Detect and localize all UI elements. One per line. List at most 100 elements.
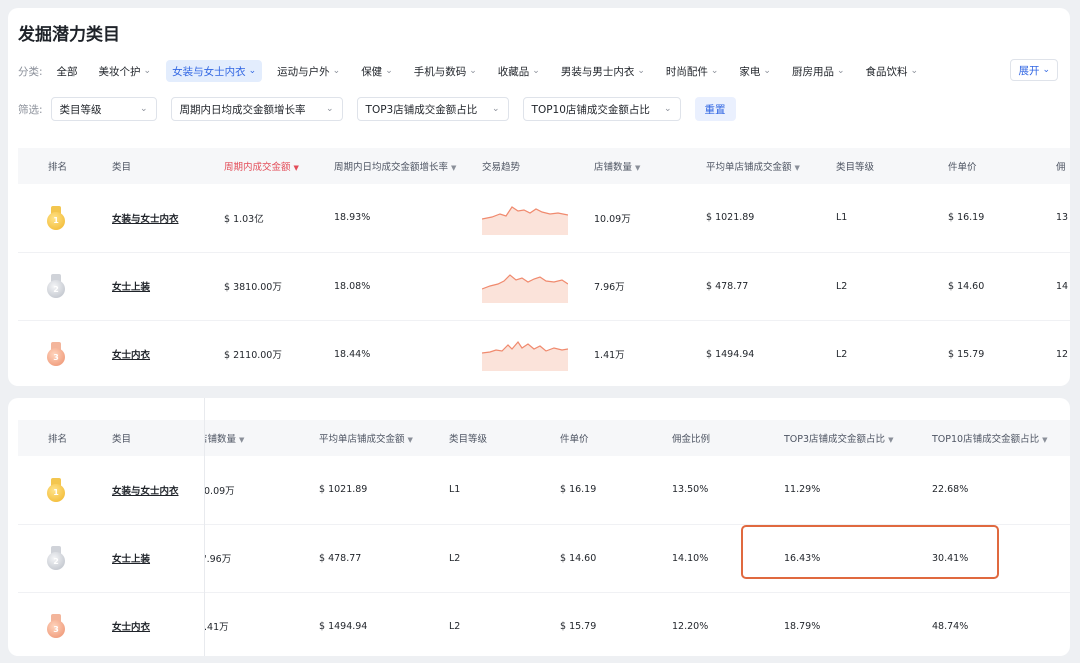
category-tab-label: 女装与女士内衣 — [172, 65, 246, 78]
bronze-medal-icon: 3 — [46, 614, 66, 638]
expand-button[interactable]: 展开 ⌄ — [1010, 59, 1058, 81]
shops-cell: 10.09万 — [586, 184, 698, 253]
avg-shop-gmv-cell: $ 478.77 — [311, 524, 441, 593]
avg-shop-gmv-cell: $ 1021.89 — [698, 184, 828, 253]
avg-shop-gmv-cell: $ 1021.89 — [311, 456, 441, 525]
reset-button[interactable]: 重置 — [694, 97, 736, 121]
header-gmv[interactable]: 周期内成交金额 ▼ — [216, 148, 326, 184]
select-category-level[interactable]: 类目等级 ⌄ — [50, 97, 157, 121]
header-top3-share[interactable]: TOP3店铺成交金额占比 ▼ — [776, 420, 924, 456]
category-tab-label: 时尚配件 — [665, 65, 708, 78]
sort-icon: ▼ — [451, 164, 457, 172]
chevron-down-icon: ⌄ — [140, 104, 148, 114]
category-filter-row: 分类: 全部 美妆个护 ⌄ 女装与女士内衣 ⌄ 运动与户外 ⌄ 保健 ⌄ 手机与数码 ⌄ 收藏品 ⌄ 男装… — [18, 59, 1058, 83]
header-top10-share[interactable]: TOP10店铺成交金额占比 ▼ — [924, 420, 1070, 456]
category-tab[interactable]: 美妆个护 ⌄ — [93, 60, 158, 82]
sort-icon: ▼ — [794, 164, 800, 172]
category-tab[interactable]: 手机与数码 ⌄ — [408, 60, 483, 82]
frozen-column-divider — [204, 398, 205, 656]
category-tab[interactable]: 时尚配件 ⌄ — [660, 60, 725, 82]
category-link[interactable]: 女士内衣 — [104, 320, 216, 386]
top10-share-cell: 48.74% — [924, 592, 1070, 656]
header-rank: 排名 — [18, 148, 104, 184]
top3-share-cell: 16.43% — [776, 524, 924, 593]
sort-icon: ▼ — [239, 436, 245, 444]
category-tab-label: 美妆个护 — [98, 65, 141, 78]
category-tab[interactable]: 家电 ⌄ — [733, 60, 777, 82]
level-cell: L2 — [828, 320, 940, 386]
unit-price-cell: $ 16.19 — [552, 456, 664, 525]
category-tab[interactable]: 厨房用品 ⌄ — [786, 60, 851, 82]
top3-share-cell: 11.29% — [776, 456, 924, 525]
category-tab[interactable]: 男装与男士内衣 ⌄ — [555, 60, 651, 82]
trend-sparkline — [482, 274, 568, 303]
level-cell: L1 — [441, 456, 552, 525]
chevron-down-icon: ⌄ — [664, 104, 672, 114]
top3-share-cell: 18.79% — [776, 592, 924, 656]
chevron-down-icon: ⌄ — [332, 66, 341, 76]
table-row: 3 女士内衣 $ 2110.00万 18.44% 1.41万 $ 1494.94… — [18, 320, 1070, 386]
header-avg-shop-gmv[interactable]: 平均单店铺成交金额 ▼ — [311, 420, 441, 456]
top10-share-cell: 22.68% — [924, 456, 1070, 525]
category-ranking-table: 排名 类目 周期内成交金额 ▼ 周期内日均成交金额增长率 ▼ 交易趋势 店铺数量 ▼ … — [18, 148, 1070, 386]
growth-cell: 18.08% — [326, 252, 474, 321]
header-commission-cut: 佣 — [1048, 148, 1070, 184]
header-avg-shop-gmv[interactable]: 平均单店铺成交金额 ▼ — [698, 148, 828, 184]
avg-shop-gmv-cell: $ 478.77 — [698, 252, 828, 321]
header-shops[interactable]: 店铺数量▼ — [204, 420, 311, 456]
header-growth[interactable]: 周期内日均成交金额增长率 ▼ — [326, 148, 474, 184]
category-tab-label: 厨房用品 — [791, 65, 834, 78]
header-level: 类目等级 — [441, 420, 552, 456]
category-tab[interactable]: 全部 — [51, 60, 84, 82]
bronze-medal-icon: 3 — [46, 342, 66, 366]
commission-cut-cell: 14 — [1048, 252, 1070, 321]
category-tab[interactable]: 食品饮料 ⌄ — [860, 60, 925, 82]
table-header-row: 排名 类目 周期内成交金额 ▼ 周期内日均成交金额增长率 ▼ 交易趋势 店铺数量 ▼ … — [18, 148, 1070, 184]
unit-price-cell: $ 14.60 — [940, 252, 1048, 321]
category-tab[interactable]: 保健 ⌄ — [355, 60, 399, 82]
category-tab-label: 全部 — [56, 65, 78, 78]
trend-cell — [474, 252, 586, 321]
select-growth-rate-value: 周期内日均成交金额增长率 — [179, 103, 306, 116]
trend-cell — [474, 320, 586, 386]
sort-icon: ▼ — [1042, 436, 1048, 444]
select-top3-share[interactable]: TOP3店铺成交金额占比 ⌄ — [356, 97, 509, 121]
category-link[interactable]: 女装与女士内衣 — [104, 456, 204, 525]
header-category: 类目 — [104, 148, 216, 184]
chevron-down-icon: ⌄ — [1042, 65, 1050, 75]
screen-filter-label: 筛选: — [18, 103, 43, 116]
rank-cell: 3 — [18, 320, 104, 386]
rank-cell: 2 — [18, 252, 104, 321]
chevron-down-icon: ⌄ — [248, 66, 257, 76]
category-link[interactable]: 女士内衣 — [104, 592, 204, 656]
select-growth-rate[interactable]: 周期内日均成交金额增长率 ⌄ — [170, 97, 343, 121]
growth-cell: 18.93% — [326, 184, 474, 253]
category-tab[interactable]: 女装与女士内衣 ⌄ — [166, 60, 263, 82]
silver-medal-icon: 2 — [46, 546, 66, 570]
category-tab-label: 收藏品 — [497, 65, 530, 78]
table-row: 1 女装与女士内衣 $ 1.03亿 18.93% 10.09万 $ 1021.8… — [18, 184, 1070, 253]
category-link[interactable]: 女装与女士内衣 — [104, 184, 216, 253]
commission-cell: 13.50% — [664, 456, 776, 525]
category-tab[interactable]: 收藏品 ⌄ — [492, 60, 546, 82]
commission-cell: 14.10% — [664, 524, 776, 593]
avg-shop-gmv-cell: $ 1494.94 — [698, 320, 828, 386]
sort-icon: ▼ — [407, 436, 413, 444]
table-row: 1 女装与女士内衣 0.09万 $ 1021.89 L1 $ 16.19 13.… — [18, 456, 1070, 525]
potential-categories-card: 发掘潜力类目 分类: 全部 美妆个护 ⌄ 女装与女士内衣 ⌄ 运动与户外 ⌄ 保健 ⌄ 手机与数码… — [8, 8, 1070, 386]
category-link[interactable]: 女士上装 — [104, 252, 216, 321]
shops-cell: 1.41万 — [586, 320, 698, 386]
avg-shop-gmv-cell: $ 1494.94 — [311, 592, 441, 656]
category-tab-label: 家电 — [739, 65, 761, 78]
header-trend: 交易趋势 — [474, 148, 586, 184]
category-tab[interactable]: 运动与户外 ⌄ — [271, 60, 346, 82]
shops-cell: '.96万 — [204, 524, 311, 593]
select-top10-share[interactable]: TOP10店铺成交金额占比 ⌄ — [522, 97, 681, 121]
chevron-down-icon: ⌄ — [763, 66, 771, 76]
category-link[interactable]: 女士上装 — [104, 524, 204, 593]
header-shops[interactable]: 店铺数量▼ — [586, 148, 698, 184]
gmv-cell: $ 1.03亿 — [216, 184, 326, 253]
unit-price-cell: $ 15.79 — [940, 320, 1048, 386]
category-filter-items: 全部 美妆个护 ⌄ 女装与女士内衣 ⌄ 运动与户外 ⌄ 保健 ⌄ 手机与数码 ⌄ 收藏品 ⌄ 男装与男士内… — [51, 60, 934, 82]
category-ranking-scrolled-card: 排名 类目 店铺数量▼ 平均单店铺成交金额▼ 类目等级 件单价 佣金比例 TOP… — [8, 398, 1070, 656]
